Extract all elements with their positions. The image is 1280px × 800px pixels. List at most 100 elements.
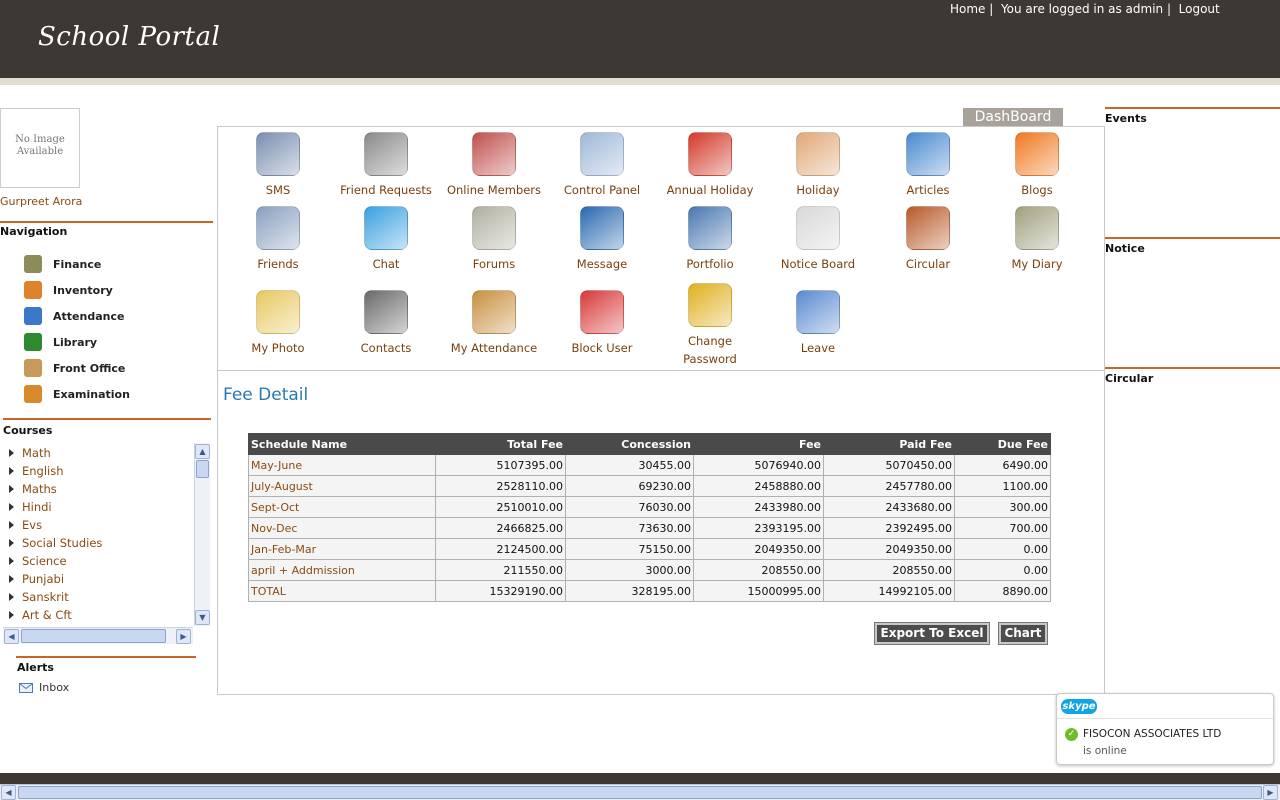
course-item[interactable]: Math [9,444,51,462]
logout-link[interactable]: Logout [1179,2,1220,16]
schedule-name-cell[interactable]: Jan-Feb-Mar [248,538,436,560]
expand-arrow-icon[interactable] [9,503,14,511]
expand-arrow-icon[interactable] [9,593,14,601]
scroll-left-icon[interactable]: ◀ [1,785,16,800]
scroll-left-icon[interactable]: ◀ [4,629,19,644]
expand-arrow-icon[interactable] [9,467,14,475]
tile-annual-holiday[interactable]: Annual Holiday [656,132,764,199]
contacts-icon[interactable] [364,290,408,334]
nav-item-attendance[interactable]: Attendance [24,306,124,326]
dashboard-tag: DashBoard [963,108,1063,126]
course-item[interactable]: Hindi [9,498,52,516]
scroll-right-icon[interactable]: ▶ [1263,785,1278,800]
scroll-right-icon[interactable]: ▶ [176,629,191,644]
nav-item-inventory[interactable]: Inventory [24,280,113,300]
tile-change-password[interactable]: Change Password [656,283,764,368]
divider [1105,237,1280,239]
leave-icon[interactable] [796,290,840,334]
page-horizontal-scrollbar[interactable]: ◀ ▶ [0,784,1280,800]
tile-articles[interactable]: Articles [874,132,982,199]
profile-name[interactable]: Gurpreet Arora [0,195,82,208]
chat-icon[interactable] [364,206,408,250]
schedule-name-cell[interactable]: May-June [248,454,436,476]
skype-notification[interactable]: skype ✓ FISOCON ASSOCIATES LTD is online [1056,693,1274,765]
expand-arrow-icon[interactable] [9,449,14,457]
course-item[interactable]: Art & Cft [9,606,72,624]
diary-icon[interactable] [1015,206,1059,250]
schedule-name-cell[interactable]: July-August [248,475,436,497]
course-item[interactable]: Sanskrit [9,588,69,606]
tile-leave[interactable]: Leave [764,290,872,357]
expand-arrow-icon[interactable] [9,557,14,565]
home-link[interactable]: Home | [950,2,993,16]
forums-icon[interactable] [472,206,516,250]
schedule-name-cell[interactable]: april + Addmission [248,559,436,581]
tile-friend-requests[interactable]: Friend Requests [332,132,440,199]
tile-my-diary[interactable]: My Diary [983,206,1091,273]
inbox-link[interactable]: Inbox [19,681,69,694]
scroll-thumb[interactable] [21,629,166,643]
course-item[interactable]: Maths [9,480,57,498]
tile-message[interactable]: Message [548,206,656,273]
thumbs-up-icon[interactable] [796,132,840,176]
nav-item-finance[interactable]: Finance [24,254,101,274]
nav-item-library[interactable]: Library [24,332,97,352]
courses-horizontal-scrollbar[interactable]: ◀ ▶ [3,627,193,644]
articles-icon[interactable] [906,132,950,176]
circular-icon[interactable] [906,206,950,250]
sms-icon[interactable] [256,132,300,176]
rss-icon[interactable] [1015,132,1059,176]
tile-circular[interactable]: Circular [874,206,982,273]
scroll-up-icon[interactable]: ▲ [195,444,210,459]
tile-online-members[interactable]: Online Members [440,132,548,199]
course-label: Punjabi [22,572,65,586]
expand-arrow-icon[interactable] [9,575,14,583]
schedule-name-cell[interactable]: TOTAL [248,580,436,602]
key-icon[interactable] [688,283,732,327]
courses-vertical-scrollbar[interactable]: ▲ ▼ [194,443,210,626]
course-item[interactable]: Social Studies [9,534,102,552]
tile-sms[interactable]: SMS [224,132,332,199]
tile-blogs[interactable]: Blogs [983,132,1091,199]
tile-my-attendance[interactable]: My Attendance [440,290,548,357]
chart-button[interactable]: Chart [998,622,1048,645]
scroll-down-icon[interactable]: ▼ [195,610,210,625]
nav-item-examination[interactable]: Examination [24,384,130,404]
tile-contacts[interactable]: Contacts [332,290,440,357]
tile-my-photo[interactable]: My Photo [224,290,332,357]
expand-arrow-icon[interactable] [9,611,14,619]
tile-control-panel[interactable]: Control Panel [548,132,656,199]
photo-icon[interactable] [256,290,300,334]
nav-item-front-office[interactable]: Front Office [24,358,125,378]
block-user-icon[interactable] [580,290,624,334]
notice-board-icon[interactable] [796,206,840,250]
tile-holiday[interactable]: Holiday [764,132,872,199]
scroll-thumb[interactable] [18,786,1262,799]
expand-arrow-icon[interactable] [9,485,14,493]
expand-arrow-icon[interactable] [9,539,14,547]
portfolio-icon[interactable] [688,206,732,250]
course-item[interactable]: Evs [9,516,42,534]
message-icon[interactable] [580,206,624,250]
course-item[interactable]: Science [9,552,67,570]
expand-arrow-icon[interactable] [9,521,14,529]
calendar-icon[interactable] [688,132,732,176]
schedule-name-cell[interactable]: Sept-Oct [248,496,436,518]
course-item[interactable]: English [9,462,64,480]
tile-block-user[interactable]: Block User [548,290,656,357]
schedule-name-cell[interactable]: Nov-Dec [248,517,436,539]
tile-friends[interactable]: Friends [224,206,332,273]
tile-forums[interactable]: Forums [440,206,548,273]
site-logo[interactable]: School Portal [38,22,220,52]
friend-requests-icon[interactable] [364,132,408,176]
tile-portfolio[interactable]: Portfolio [656,206,764,273]
my-attendance-icon[interactable] [472,290,516,334]
control-panel-icon[interactable] [580,132,624,176]
export-to-excel-button[interactable]: Export To Excel [874,622,990,645]
online-members-icon[interactable] [472,132,516,176]
scroll-thumb[interactable] [196,460,209,478]
tile-chat[interactable]: Chat [332,206,440,273]
friends-icon[interactable] [256,206,300,250]
course-item[interactable]: Punjabi [9,570,64,588]
tile-notice-board[interactable]: Notice Board [764,206,872,273]
